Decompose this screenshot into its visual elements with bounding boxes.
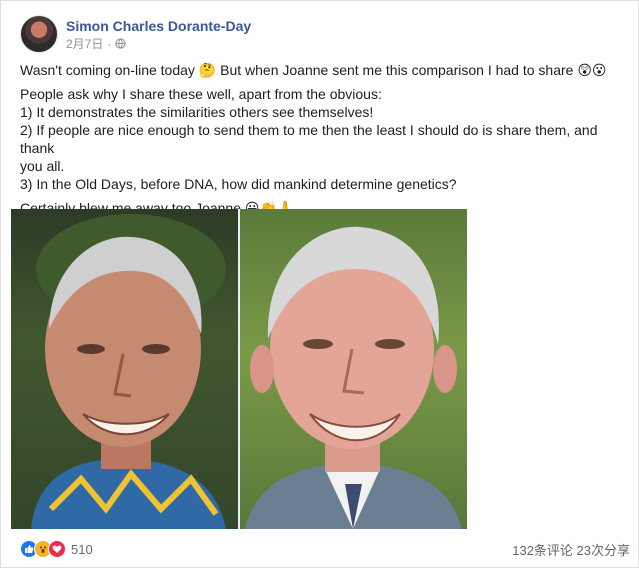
post-footer: 510 132条评论 23次分享 [20,539,630,559]
header-text: Simon Charles Dorante-Day 2月7日 · [66,17,251,52]
love-icon [48,540,66,558]
reason-line: 1) It demonstrates the similarities othe… [20,104,374,120]
reaction-summary[interactable]: 510 [20,540,93,558]
post-header: Simon Charles Dorante-Day 2月7日 · [20,14,251,54]
comparison-photo[interactable] [11,209,467,529]
right-portrait [240,209,467,529]
reason-line: 3) In the Old Days, before DNA, how did … [20,176,457,192]
facebook-post: Simon Charles Dorante-Day 2月7日 · Wasn't … [0,0,639,568]
left-portrait-drawing [31,214,226,529]
post-date[interactable]: 2月7日 [66,36,103,52]
right-portrait-drawing [245,226,462,529]
reason-line: 2) If people are nice enough to send the… [20,122,598,156]
paragraph-reasons: People ask why I share these well, apart… [20,85,630,193]
reaction-count[interactable]: 510 [71,542,93,557]
left-portrait [11,209,238,529]
meta-separator: · [107,36,112,51]
reason-line: People ask why I share these well, apart… [20,86,382,102]
post-text: Wasn't coming on-line today 🤔 But when J… [20,61,630,223]
reason-line: you all. [20,158,65,174]
author-avatar[interactable] [20,15,58,53]
author-name[interactable]: Simon Charles Dorante-Day [66,17,251,35]
paragraph-intro: Wasn't coming on-line today 🤔 But when J… [20,62,607,78]
comment-share-stats[interactable]: 132条评论 23次分享 [512,540,630,559]
post-meta: 2月7日 · [66,36,251,52]
globe-icon [115,38,126,49]
